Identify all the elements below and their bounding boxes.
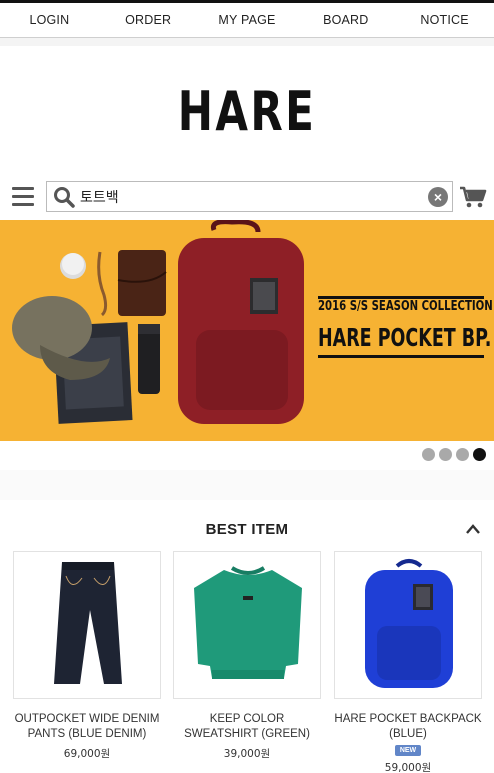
nav-separator xyxy=(0,38,494,46)
hamburger-menu-icon[interactable] xyxy=(12,187,34,207)
product-card[interactable]: KEEP COLOR SWEATSHIRT (GREEN) 39,000원 xyxy=(173,551,321,761)
site-logo[interactable]: HARE xyxy=(54,82,439,142)
carousel-dot-3[interactable] xyxy=(456,448,469,461)
shopping-cart-icon[interactable] xyxy=(459,185,487,209)
banner-rule-bottom xyxy=(318,355,484,358)
best-item-heading: BEST ITEM xyxy=(205,521,289,538)
banner-title: HARE POCKET BP. xyxy=(318,323,492,352)
carousel-dot-2[interactable] xyxy=(439,448,452,461)
product-name[interactable]: HARE POCKET BACKPACK (BLUE) xyxy=(334,712,482,742)
product-card[interactable]: HARE POCKET BACKPACK (BLUE) NEW 59,000원 xyxy=(334,551,482,773)
product-name[interactable]: KEEP COLOR SWEATSHIRT (GREEN) xyxy=(173,712,321,742)
search-input[interactable] xyxy=(80,186,420,208)
chevron-up-icon[interactable] xyxy=(465,523,481,535)
product-price: 59,000원 xyxy=(384,762,432,773)
carousel-dot-4[interactable] xyxy=(473,448,486,461)
new-badge: NEW xyxy=(395,745,421,756)
nav-notice-link[interactable]: NOTICE xyxy=(395,13,494,27)
nav-order-link[interactable]: ORDER xyxy=(99,13,198,27)
product-image-sweatshirt[interactable] xyxy=(173,551,321,699)
product-card[interactable]: OUTPOCKET WIDE DENIM PANTS (BLUE DENIM) … xyxy=(13,551,161,761)
nav-login-link[interactable]: LOGIN xyxy=(0,13,99,27)
product-image-denim-pants[interactable] xyxy=(13,551,161,699)
product-price: 39,000원 xyxy=(223,748,271,760)
search-icon[interactable] xyxy=(53,186,75,208)
carousel-pagination xyxy=(422,448,486,461)
nav-board-link[interactable]: BOARD xyxy=(296,13,395,27)
banner-subtitle: 2016 S/S SEASON COLLECTION xyxy=(318,299,493,314)
top-nav: LOGIN ORDER MY PAGE BOARD NOTICE xyxy=(0,0,494,38)
section-spacer xyxy=(0,470,494,500)
product-price: 69,000원 xyxy=(63,748,111,760)
carousel-dot-1[interactable] xyxy=(422,448,435,461)
product-image-backpack[interactable] xyxy=(334,551,482,699)
nav-mypage-link[interactable]: MY PAGE xyxy=(198,13,297,27)
clear-search-icon[interactable]: × xyxy=(428,187,448,207)
search-bar: × xyxy=(46,181,453,212)
product-name[interactable]: OUTPOCKET WIDE DENIM PANTS (BLUE DENIM) xyxy=(13,712,161,742)
